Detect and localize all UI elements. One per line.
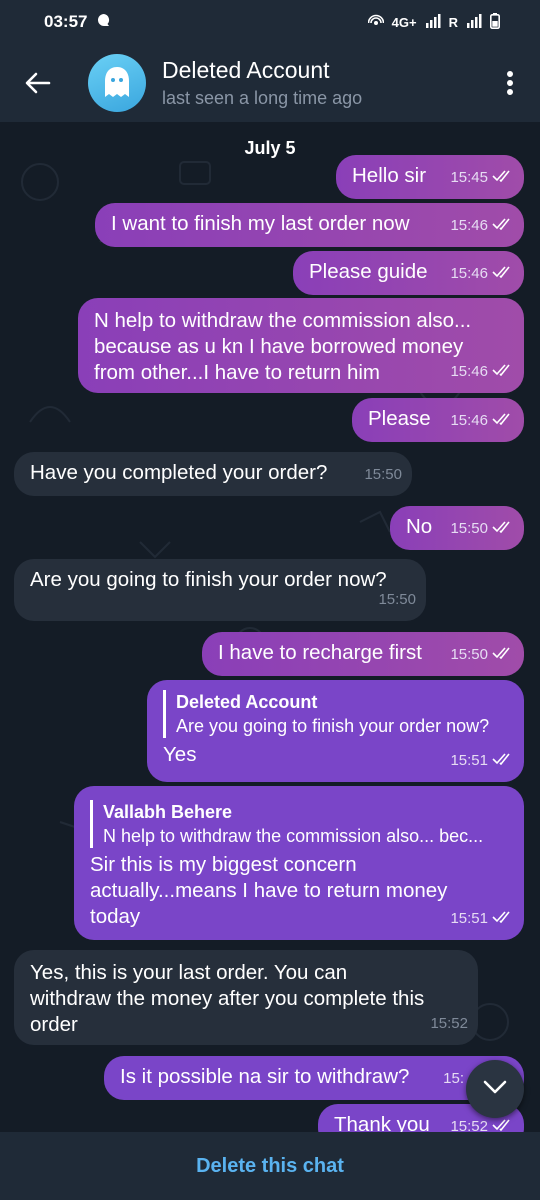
bottom-action-bar: Delete this chat [0,1132,540,1200]
quoted-author: Vallabh Behere [103,802,233,822]
message-outgoing[interactable]: Is it possible na sir to withdraw? 15: [104,1056,524,1100]
message-text-line: Sir this is my biggest concern [90,853,357,876]
double-check-icon [492,213,514,239]
message-text-line: because as u kn I have borrowed money [94,335,464,358]
message-text-line: order [30,1013,78,1036]
message-meta: 15: [443,1066,464,1092]
double-check-icon [492,748,514,774]
message-time: 15:45 [450,169,488,186]
message-time: 15: [443,1070,464,1087]
message-meta: 15:51 [450,906,514,932]
message-text-line: today [90,905,141,928]
message-list[interactable]: July 5 Hello sir 15:45 I want to finish … [0,122,540,1132]
message-text-line: from other...I have to return him [94,361,380,384]
message-text-line: actually...means I have to return money [90,879,448,902]
message-text-line: N help to withdraw the commission also..… [94,309,472,332]
message-time: 15:51 [450,910,488,927]
message-text: Hello sir [352,164,427,187]
message-notification-icon [97,12,111,32]
signal-icon [425,13,441,31]
double-check-icon [492,642,514,668]
quoted-message[interactable]: Deleted Account Are you going to finish … [163,690,508,738]
message-meta: 15:46 [450,408,514,434]
double-check-icon [492,408,514,434]
message-outgoing[interactable]: No 15:50 [390,506,524,550]
double-check-icon [492,906,514,932]
message-time: 15:46 [450,412,488,429]
message-outgoing-reply[interactable]: Vallabh Behere N help to withdraw the co… [74,786,524,940]
quoted-author: Deleted Account [176,692,318,712]
status-bar: 03:57 4G+ R [0,0,540,44]
delete-chat-button[interactable]: Delete this chat [196,1155,344,1178]
message-outgoing[interactable]: N help to withdraw the commission also..… [78,298,524,393]
message-text: Are you going to finish your order now? [30,568,387,591]
network-type: 4G+ [391,14,417,30]
message-meta: 15:45 [450,165,514,191]
message-incoming[interactable]: Are you going to finish your order now? … [14,559,426,621]
carrier-label: R [448,14,458,30]
status-time: 03:57 [44,12,88,31]
message-meta: 15:46 [450,261,514,287]
message-outgoing[interactable]: Hello sir 15:45 [336,155,524,199]
message-text-line: withdraw the money after you complete th… [30,987,425,1010]
message-incoming[interactable]: Have you completed your order? 15:50 [14,452,412,496]
message-text: Have you completed your order? [30,461,328,484]
message-time: 15:50 [450,520,488,537]
double-check-icon [492,261,514,287]
double-check-icon [492,165,514,191]
chat-title: Deleted Account [162,57,330,83]
chat-title-block[interactable]: Deleted Account last seen a long time ag… [162,57,362,109]
chevron-down-icon [483,1080,507,1099]
last-seen-status: last seen a long time ago [162,88,363,108]
quoted-message[interactable]: Vallabh Behere N help to withdraw the co… [90,800,508,848]
double-check-icon [492,359,514,385]
chat-header: Deleted Account last seen a long time ag… [0,44,540,122]
battery-icon [490,12,500,32]
message-time: 15:50 [378,591,416,608]
signal-icon-2 [466,13,482,31]
message-meta: 15:52 [450,1114,514,1132]
message-meta: 15:51 [450,748,514,774]
message-text: Please guide [309,260,428,283]
message-text: Is it possible na sir to withdraw? [120,1065,410,1088]
ghost-avatar-icon[interactable] [88,54,146,112]
message-outgoing[interactable]: I want to finish my last order now 15:46 [95,203,524,247]
message-text-line: Yes, this is your last order. You can [30,961,348,984]
message-time: 15:50 [364,466,402,483]
double-check-icon [492,516,514,542]
message-meta: 15:50 [450,642,514,668]
message-text: Thank you [334,1113,430,1132]
message-meta: 15:50 [450,516,514,542]
message-meta: 15:50 [378,587,416,613]
message-meta: 15:52 [430,1011,468,1037]
message-text: Please [368,407,431,430]
message-text: I have to recharge first [218,641,422,664]
message-meta: 15:46 [450,359,514,385]
message-time: 15:46 [450,265,488,282]
message-time: 15:52 [430,1015,468,1032]
more-options-icon[interactable] [480,44,540,122]
message-outgoing[interactable]: Please 15:46 [352,398,524,442]
message-outgoing-reply[interactable]: Deleted Account Are you going to finish … [147,680,524,782]
message-time: 15:46 [450,217,488,234]
message-incoming[interactable]: Yes, this is your last order. You can wi… [14,950,478,1045]
message-time: 15:52 [450,1118,488,1132]
message-text: I want to finish my last order now [111,212,410,235]
message-outgoing[interactable]: I have to recharge first 15:50 [202,632,524,676]
quoted-text: N help to withdraw the commission also..… [103,826,484,846]
message-meta: 15:50 [364,462,402,488]
message-outgoing[interactable]: Please guide 15:46 [293,251,524,295]
message-text: No [406,515,433,538]
message-meta: 15:46 [450,213,514,239]
back-arrow-icon[interactable] [0,44,76,122]
message-time: 15:50 [450,646,488,663]
quoted-text: Are you going to finish your order now? [176,716,490,736]
message-text: Yes [163,743,197,766]
message-time: 15:51 [450,752,488,769]
scroll-down-button[interactable] [466,1060,524,1118]
hotspot-icon [367,14,384,31]
message-time: 15:46 [450,363,488,380]
